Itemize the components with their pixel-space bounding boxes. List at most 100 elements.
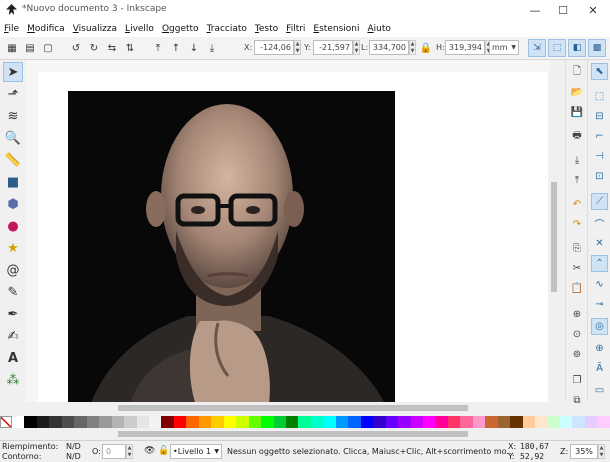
palette-swatch[interactable]: [36, 416, 50, 428]
calligraphy-tool-icon[interactable]: ✍: [3, 326, 23, 346]
opacity-field[interactable]: 0: [102, 444, 126, 459]
palette-swatch[interactable]: [447, 416, 461, 428]
minimize-button[interactable]: —: [520, 0, 550, 20]
3d-box-tool-icon[interactable]: ⬢: [3, 194, 23, 214]
snap-enable-icon[interactable]: ⬉: [591, 63, 608, 80]
copy-icon[interactable]: ⎘: [569, 240, 585, 256]
palette-swatch[interactable]: [547, 416, 560, 428]
pencil-tool-icon[interactable]: ✎: [3, 282, 23, 302]
snap-intersections-icon[interactable]: ✕: [591, 235, 608, 252]
snap-text-baseline-icon[interactable]: Ā: [591, 360, 608, 377]
raise-to-top-icon[interactable]: ⤒: [150, 40, 166, 56]
snap-bbox-icon[interactable]: ⬚: [591, 88, 608, 105]
palette-scroll-thumb[interactable]: [118, 431, 468, 437]
export-icon[interactable]: ⤒: [569, 172, 585, 188]
y-field[interactable]: -21,597: [313, 40, 353, 55]
snap-paths-icon[interactable]: ⌒: [591, 215, 608, 232]
no-paint-swatch[interactable]: [0, 416, 12, 428]
palette-swatch[interactable]: [248, 416, 262, 428]
palette-swatch[interactable]: [410, 416, 423, 428]
palette-swatch[interactable]: [74, 416, 87, 428]
palette-swatch[interactable]: [373, 416, 386, 428]
snap-rotation-center-icon[interactable]: ⊕: [591, 340, 608, 357]
deselect-icon[interactable]: ▢: [40, 40, 56, 56]
clone-icon[interactable]: ⧉: [569, 392, 585, 408]
palette-swatch[interactable]: [485, 416, 498, 428]
snap-page-border-icon[interactable]: ▭: [591, 382, 608, 399]
snap-bbox-centers-icon[interactable]: ⊡: [591, 168, 608, 185]
height-field[interactable]: 319,394: [445, 40, 485, 55]
redo-icon[interactable]: ↷: [569, 216, 585, 232]
menu-help[interactable]: Aiuto: [363, 24, 394, 34]
menu-edit[interactable]: Modifica: [23, 24, 69, 34]
maximize-button[interactable]: ☐: [548, 0, 578, 20]
palette-swatch[interactable]: [597, 416, 610, 428]
star-tool-icon[interactable]: ★: [3, 238, 23, 258]
text-tool-icon[interactable]: A: [3, 348, 23, 368]
palette-swatch[interactable]: [497, 416, 511, 428]
flip-vertical-icon[interactable]: ⇅: [122, 40, 138, 56]
save-icon[interactable]: 💾: [569, 104, 585, 120]
x-spinner[interactable]: ▲ ▼: [294, 40, 301, 55]
palette-swatch[interactable]: [472, 416, 486, 428]
palette-swatch[interactable]: [173, 416, 187, 428]
palette-swatch[interactable]: [99, 416, 112, 428]
palette-swatch[interactable]: [161, 416, 174, 428]
scale-corners-icon[interactable]: ⬚: [548, 39, 566, 57]
transform-patterns-icon[interactable]: ▩: [588, 39, 606, 57]
palette-swatch[interactable]: [285, 416, 299, 428]
zoom-field[interactable]: 35%: [570, 444, 598, 459]
palette-swatch[interactable]: [559, 416, 573, 428]
measure-tool-icon[interactable]: 📏: [3, 150, 23, 170]
zoom-page-icon[interactable]: ⊚: [569, 346, 585, 362]
opacity-spinner[interactable]: ▲ ▼: [126, 444, 133, 459]
palette-swatch[interactable]: [323, 416, 336, 428]
color-palette[interactable]: [0, 416, 610, 428]
lower-icon[interactable]: ↓: [186, 40, 202, 56]
unit-select[interactable]: mm ▼: [489, 40, 519, 55]
palette-swatch[interactable]: [86, 416, 100, 428]
tweak-tool-icon[interactable]: ≋: [3, 106, 23, 126]
palette-scrollbar[interactable]: [0, 428, 610, 440]
raise-icon[interactable]: ↑: [168, 40, 184, 56]
print-icon[interactable]: 🖶: [569, 128, 585, 144]
layer-select[interactable]: •Livello 1 ▼: [170, 444, 222, 459]
menu-path[interactable]: Tracciato: [203, 24, 251, 34]
menu-text[interactable]: Testo: [251, 24, 282, 34]
new-document-icon[interactable]: 🗋: [569, 64, 585, 80]
imported-photo[interactable]: [68, 91, 395, 402]
menu-view[interactable]: Visualizza: [69, 24, 121, 34]
zoom-spinner[interactable]: ▲ ▼: [598, 444, 605, 459]
palette-swatch[interactable]: [522, 416, 536, 428]
palette-swatch[interactable]: [398, 416, 411, 428]
cut-icon[interactable]: ✂: [569, 260, 585, 276]
palette-swatch[interactable]: [261, 416, 274, 428]
menu-file[interactable]: File: [0, 24, 23, 34]
palette-swatch[interactable]: [298, 416, 311, 428]
palette-swatch[interactable]: [186, 416, 199, 428]
palette-swatch[interactable]: [61, 416, 75, 428]
snap-bbox-edges-icon[interactable]: ⊟: [591, 108, 608, 125]
palette-swatch[interactable]: [460, 416, 473, 428]
fill-value[interactable]: N/D: [66, 442, 81, 451]
horizontal-scroll-thumb[interactable]: [118, 405, 468, 411]
palette-swatch[interactable]: [584, 416, 598, 428]
drawing-canvas[interactable]: [38, 72, 548, 402]
flip-horizontal-icon[interactable]: ⇆: [104, 40, 120, 56]
palette-swatch[interactable]: [111, 416, 125, 428]
palette-swatch[interactable]: [236, 416, 249, 428]
palette-swatch[interactable]: [211, 416, 224, 428]
zoom-selection-icon[interactable]: ⊕: [569, 306, 585, 322]
import-icon[interactable]: ⤓: [569, 152, 585, 168]
node-tool-icon[interactable]: ⬏: [3, 84, 23, 104]
ellipse-tool-icon[interactable]: ●: [3, 216, 23, 236]
pen-tool-icon[interactable]: ✒: [3, 304, 23, 324]
snap-cusp-nodes-icon[interactable]: ⌃: [591, 255, 608, 272]
palette-swatch[interactable]: [198, 416, 212, 428]
menu-extensions[interactable]: Estensioni: [309, 24, 363, 34]
stroke-value[interactable]: N/D: [66, 452, 81, 461]
snap-centers-icon[interactable]: ◎: [591, 318, 608, 335]
x-field[interactable]: -124,06: [254, 40, 294, 55]
palette-swatch[interactable]: [49, 416, 62, 428]
rectangle-tool-icon[interactable]: ■: [3, 172, 23, 192]
